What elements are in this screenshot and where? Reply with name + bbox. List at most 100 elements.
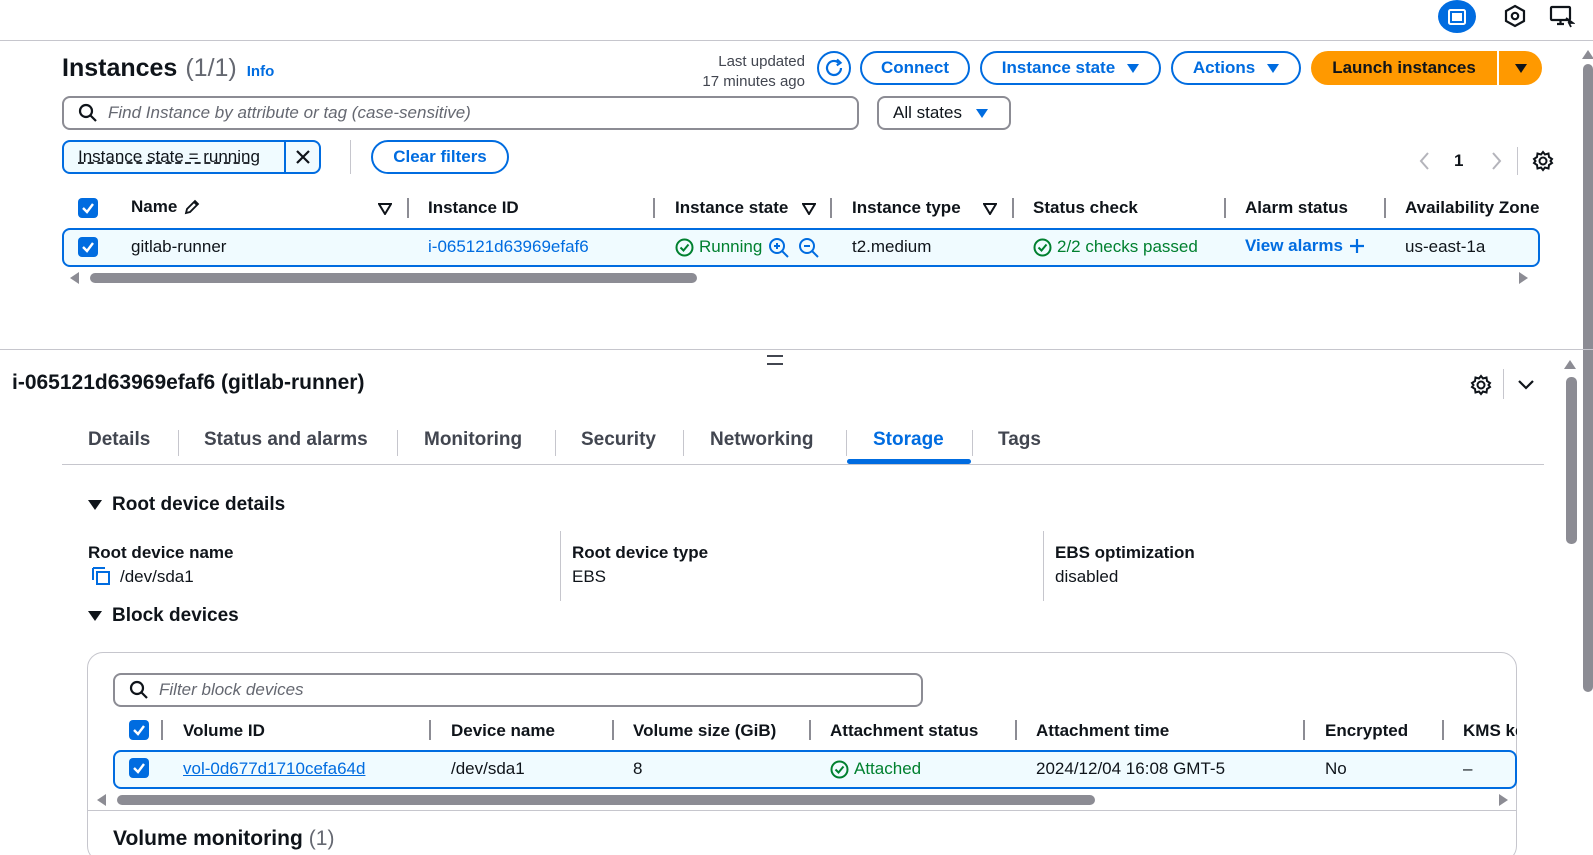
col-header-instance-id[interactable]: Instance ID <box>428 198 519 218</box>
tab-tags[interactable]: Tags <box>998 429 1041 451</box>
actions-button[interactable]: Actions <box>1171 51 1301 85</box>
connect-button[interactable]: Connect <box>860 51 970 85</box>
settings-hex-icon[interactable] <box>1503 4 1527 28</box>
volume-monitoring-title: Volume monitoring <box>113 827 303 850</box>
col-header-alarm-status[interactable]: Alarm status <box>1245 198 1348 218</box>
filter-divider <box>350 140 351 174</box>
close-icon <box>295 150 310 164</box>
remote-desktop-icon[interactable] <box>1549 4 1576 28</box>
sort-name-icon[interactable] <box>377 202 393 220</box>
select-all-checkbox[interactable] <box>78 198 98 218</box>
tab-divider <box>972 430 973 456</box>
view-alarms-link[interactable]: View alarms <box>1245 236 1365 256</box>
top-bar <box>0 0 1593 41</box>
zoom-in-button[interactable] <box>768 237 790 264</box>
col-header-status-check[interactable]: Status check <box>1033 198 1138 218</box>
details-scroll-up-arrow[interactable] <box>1564 360 1576 369</box>
encrypted-value: No <box>1325 759 1347 778</box>
filter-token-label[interactable]: Instance state = running <box>64 147 284 167</box>
col-header-volume-id[interactable]: Volume ID <box>183 721 265 741</box>
col-divider <box>1012 198 1014 218</box>
page-vertical-scrollbar[interactable] <box>1583 64 1593 692</box>
col-header-device-name[interactable]: Device name <box>451 721 555 741</box>
col-header-volume-size[interactable]: Volume size (GiB) <box>633 721 776 741</box>
tabs-underline <box>62 464 1544 465</box>
block-row-checkbox[interactable] <box>129 758 149 778</box>
details-vertical-scrollbar[interactable] <box>1566 377 1577 544</box>
col-divider <box>161 720 163 740</box>
col-header-instance-type[interactable]: Instance type <box>852 198 961 218</box>
root-device-section-toggle[interactable]: Root device details <box>88 494 285 516</box>
instance-search[interactable] <box>62 96 859 130</box>
block-devices-filter[interactable] <box>113 673 923 707</box>
scroll-left-arrow[interactable] <box>70 272 79 284</box>
status-check: 2/2 checks passed <box>1033 237 1198 257</box>
row-checkbox[interactable] <box>78 237 98 257</box>
instance-state-button[interactable]: Instance state <box>980 51 1161 85</box>
volume-id-link[interactable]: vol-0d677d1710cefa64d <box>183 759 365 779</box>
block-devices-filter-input[interactable] <box>159 680 921 700</box>
block-scroll-left-arrow[interactable] <box>97 794 106 806</box>
scroll-right-arrow[interactable] <box>1519 272 1528 284</box>
last-updated-label: Last updated <box>718 53 805 70</box>
collapse-panel-button[interactable] <box>1517 378 1535 396</box>
block-devices-section-toggle[interactable]: Block devices <box>88 605 239 627</box>
states-select[interactable]: All states <box>877 96 1011 130</box>
launch-dropdown-button[interactable] <box>1499 51 1542 85</box>
page-number[interactable]: 1 <box>1454 151 1463 171</box>
next-page-button[interactable] <box>1489 151 1503 176</box>
panel-layout-icon[interactable] <box>1438 0 1476 33</box>
instance-id-link[interactable]: i-065121d63969efaf6 <box>428 237 589 257</box>
copy-root-device-button[interactable] <box>91 566 111 591</box>
instances-title: Instances <box>62 54 178 82</box>
prev-page-button[interactable] <box>1418 151 1432 176</box>
tab-details[interactable]: Details <box>88 429 150 451</box>
tab-security[interactable]: Security <box>581 429 656 451</box>
zoom-out-button[interactable] <box>798 237 820 264</box>
col-header-instance-state[interactable]: Instance state <box>675 198 788 218</box>
col-header-attachment-status[interactable]: Attachment status <box>830 721 978 741</box>
gear-icon <box>1470 374 1492 396</box>
drag-handle-icon[interactable] <box>767 355 783 365</box>
col-divider <box>429 720 431 740</box>
refresh-icon <box>825 58 843 77</box>
last-updated-time: 17 minutes ago <box>702 73 805 90</box>
clear-filters-button[interactable]: Clear filters <box>371 140 509 174</box>
sort-type-icon[interactable] <box>982 202 998 220</box>
block-scroll-right-arrow[interactable] <box>1499 794 1508 806</box>
tab-status-and-alarms[interactable]: Status and alarms <box>204 429 368 451</box>
table-preferences-button[interactable] <box>1532 150 1554 177</box>
tab-networking[interactable]: Networking <box>710 429 813 451</box>
info-link[interactable]: Info <box>247 63 275 80</box>
remove-filter-button[interactable] <box>284 142 319 172</box>
volume-monitoring-heading: Volume monitoring (1) <box>113 827 334 851</box>
instance-state-status: Running <box>675 237 762 257</box>
root-device-type-value: EBS <box>572 567 607 586</box>
gear-icon <box>1532 150 1554 172</box>
block-devices-section-title: Block devices <box>112 605 239 626</box>
copy-icon <box>92 567 110 585</box>
pagination-divider <box>1517 147 1518 175</box>
tab-monitoring[interactable]: Monitoring <box>424 429 522 451</box>
split-divider[interactable] <box>0 349 1593 350</box>
chevron-right-icon <box>1492 152 1502 170</box>
block-select-all-checkbox[interactable] <box>129 720 149 740</box>
col-header-name[interactable]: Name <box>131 197 201 217</box>
col-header-availability-zone[interactable]: Availability Zone <box>1405 198 1539 218</box>
col-header-kms-key[interactable]: KMS key <box>1463 721 1517 741</box>
details-settings-button[interactable] <box>1470 374 1492 401</box>
col-divider <box>1303 720 1305 740</box>
sort-state-icon[interactable] <box>801 202 817 220</box>
instances-horizontal-scrollbar[interactable] <box>90 273 697 283</box>
col-header-encrypted[interactable]: Encrypted <box>1325 721 1408 741</box>
block-horizontal-scrollbar[interactable] <box>117 795 1095 805</box>
col-header-attachment-time[interactable]: Attachment time <box>1036 721 1169 741</box>
instance-type: t2.medium <box>852 237 932 256</box>
tab-storage[interactable]: Storage <box>873 429 944 451</box>
refresh-button[interactable] <box>817 51 851 85</box>
launch-instances-button[interactable]: Launch instances <box>1311 51 1497 85</box>
tab-divider <box>555 430 556 456</box>
instance-search-input[interactable] <box>108 103 857 123</box>
tab-divider <box>178 430 179 456</box>
page-scroll-up-arrow[interactable] <box>1582 50 1593 59</box>
